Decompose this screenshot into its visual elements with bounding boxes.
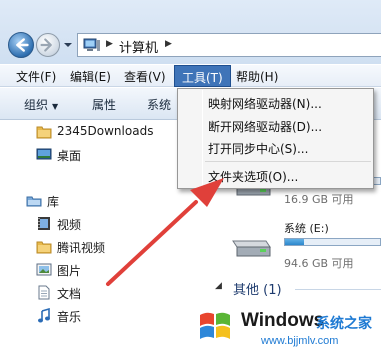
- watermark-url: www.bjjmlv.com: [261, 335, 339, 347]
- windows-logo-icon: [200, 312, 230, 339]
- watermark-brand-cn: 系统之家: [316, 316, 372, 332]
- watermark: Windows 系统之家 www.bjjmlv.com: [196, 300, 381, 352]
- watermark-brand: Windows: [241, 310, 325, 331]
